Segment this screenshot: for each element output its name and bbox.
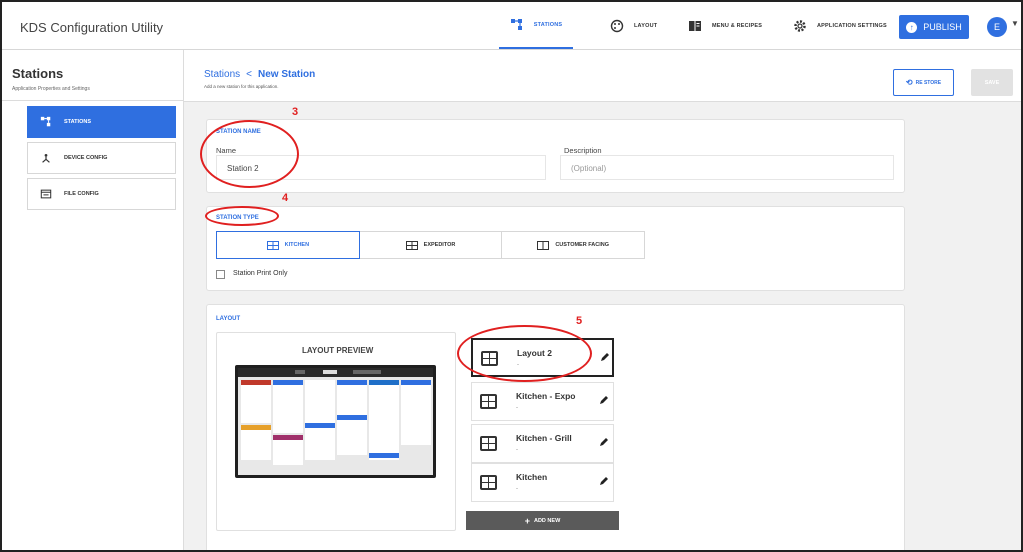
layout-preview-title: LAYOUT PREVIEW (302, 346, 374, 355)
station-type-selector: KITCHEN EXPEDITOR CUSTOMER FACING (216, 231, 646, 259)
breadcrumb-separator: < (246, 69, 252, 80)
breadcrumb-parent[interactable]: Stations (204, 69, 240, 80)
stations-icon (40, 116, 51, 127)
annotation-ellipse-station-type (205, 206, 279, 226)
layout-item-sub: - (516, 447, 518, 453)
station-print-only-checkbox[interactable] (216, 270, 225, 279)
sidebar-item-label: FILE CONFIG (64, 191, 99, 197)
type-expeditor-button[interactable]: EXPEDITOR (359, 231, 503, 259)
publish-button[interactable]: ↑ PUBLISH (899, 15, 969, 39)
layout-item[interactable]: Kitchen - (471, 463, 614, 502)
sidebar-item-label: DEVICE CONFIG (64, 155, 108, 161)
device-config-icon (42, 154, 50, 163)
sidebar-title: Stations (12, 66, 64, 81)
annotation-ellipse-layout-item (457, 325, 592, 382)
type-kitchen-button[interactable]: KITCHEN (216, 231, 360, 259)
page-title: New Station (257, 69, 316, 80)
customer-display-icon (537, 240, 550, 250)
sidebar: Stations Application Properties and Sett… (2, 50, 184, 550)
layout-item-name: Kitchen - Expo (516, 391, 576, 401)
layout-item-name: Kitchen - Grill (516, 433, 572, 443)
top-bar: KDS Configuration Utility STATIONS LAYOU… (2, 2, 1021, 50)
breadcrumb: Stations < New Station (204, 69, 315, 80)
layout-preview-image (235, 365, 436, 478)
layout-grid-icon (480, 475, 497, 490)
kds-screen-preview (238, 368, 433, 475)
plus-icon: + (524, 515, 530, 526)
add-new-label: ADD NEW (533, 517, 561, 524)
tab-menu-recipes-label: MENU & RECIPES (712, 22, 763, 29)
pencil-icon[interactable] (600, 353, 609, 362)
sidebar-item-device-config[interactable]: DEVICE CONFIG (27, 142, 176, 174)
tab-layout[interactable]: LAYOUT (604, 2, 663, 49)
save-button[interactable]: SAVE (971, 69, 1013, 96)
avatar[interactable]: E (987, 17, 1007, 37)
tab-application-settings-label: APPLICATION SETTINGS (817, 22, 887, 29)
description-field[interactable]: (Optional) (560, 155, 894, 180)
tab-application-settings[interactable]: APPLICATION SETTINGS (787, 2, 893, 49)
pencil-icon[interactable] (599, 477, 608, 486)
gear-icon (794, 19, 806, 32)
type-customer-facing-label: CUSTOMER FACING (555, 242, 610, 248)
file-config-icon (40, 189, 52, 199)
app-window: KDS Configuration Utility STATIONS LAYOU… (0, 0, 1023, 552)
annotation-number-4: 4 (282, 192, 289, 204)
restore-icon: ⟲ (905, 78, 913, 87)
annotation-number-5: 5 (576, 315, 583, 327)
annotation-number-3: 3 (292, 106, 299, 118)
tab-layout-label: LAYOUT (634, 22, 658, 29)
layout-item-name: Kitchen (516, 472, 548, 482)
description-label: Description (564, 146, 602, 155)
upload-icon: ↑ (906, 21, 918, 33)
layout-item-sub: - (516, 405, 518, 411)
expeditor-display-icon (405, 240, 418, 250)
book-icon (689, 20, 701, 31)
sidebar-item-stations[interactable]: STATIONS (27, 106, 176, 138)
type-kitchen-label: KITCHEN (284, 242, 310, 248)
type-expeditor-label: EXPEDITOR (423, 242, 456, 248)
pencil-icon[interactable] (599, 396, 608, 405)
layout-item[interactable]: Kitchen - Grill - (471, 424, 614, 463)
page-header: Stations < New Station Add a new station f… (184, 50, 1021, 102)
kitchen-display-icon (266, 240, 279, 250)
restore-label: RE STORE (915, 79, 942, 86)
layout-grid-icon (480, 394, 497, 409)
tab-stations-label: STATIONS (533, 21, 563, 28)
sidebar-subtitle: Application Properties and Settings (12, 86, 90, 92)
sidebar-item-file-config[interactable]: FILE CONFIG (27, 178, 176, 210)
tab-stations[interactable]: STATIONS (499, 2, 573, 49)
tab-menu-recipes[interactable]: MENU & RECIPES (682, 2, 768, 49)
publish-label: PUBLISH (923, 22, 962, 32)
restore-button[interactable]: ⟲ RE STORE (893, 69, 954, 96)
divider (2, 100, 183, 101)
chevron-down-icon[interactable]: ▼ (1011, 19, 1019, 28)
page-subtitle: Add a new station for this application. (204, 84, 279, 89)
sidebar-item-label: STATIONS (64, 119, 91, 125)
pencil-icon[interactable] (599, 438, 608, 447)
app-title: KDS Configuration Utility (20, 20, 164, 35)
type-customer-facing-button[interactable]: CUSTOMER FACING (502, 231, 646, 259)
layout-item[interactable]: Kitchen - Expo - (471, 382, 614, 421)
layout-grid-icon (480, 436, 497, 451)
station-print-only-label: Station Print Only (233, 270, 288, 277)
palette-icon (610, 19, 624, 32)
stations-icon (510, 18, 522, 30)
layout-heading: LAYOUT (216, 316, 241, 322)
layout-item-sub: - (516, 486, 518, 492)
annotation-ellipse-station-name (200, 120, 299, 188)
add-new-layout-button[interactable]: + ADD NEW (466, 511, 619, 530)
